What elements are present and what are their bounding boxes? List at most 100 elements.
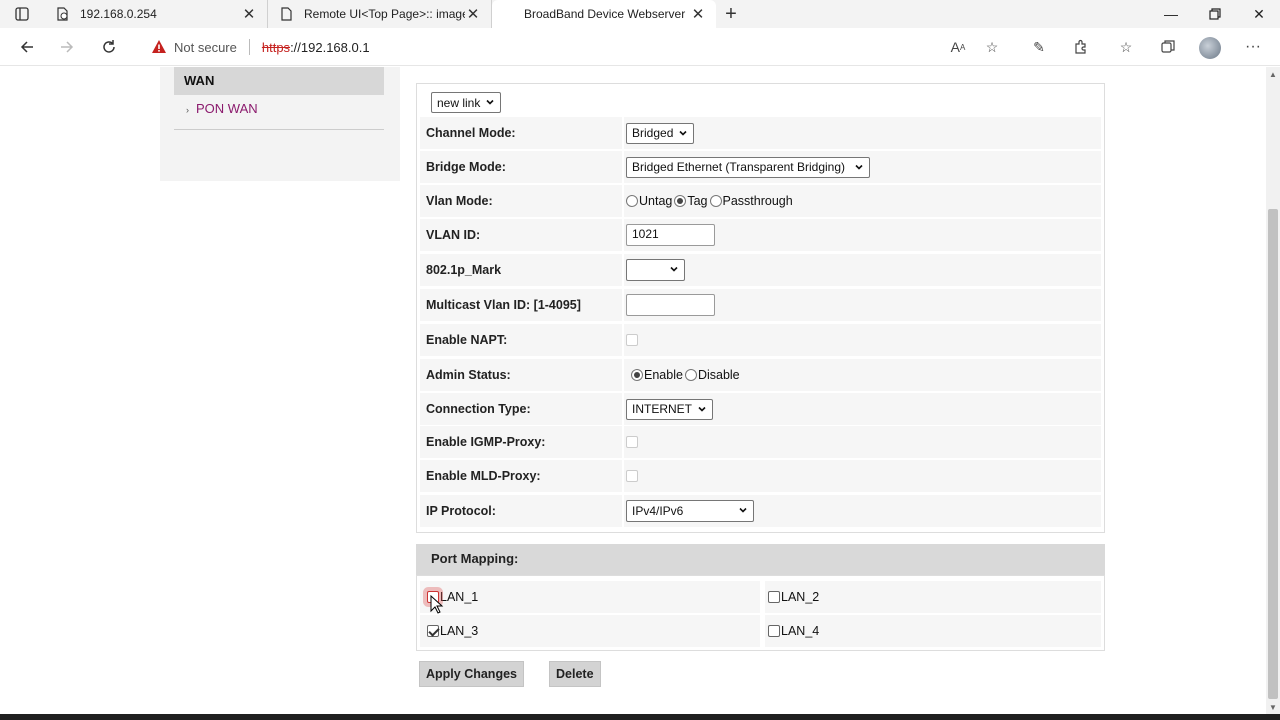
tab-actions-icon bbox=[15, 7, 29, 21]
reload-button[interactable] bbox=[94, 32, 124, 62]
close-window-button[interactable]: ✕ bbox=[1236, 0, 1280, 28]
back-button[interactable] bbox=[12, 32, 42, 62]
radio-button[interactable] bbox=[674, 195, 687, 207]
radio-button[interactable] bbox=[684, 369, 697, 381]
field-label: Enable IGMP-Proxy: bbox=[426, 435, 546, 449]
add-favorite-icon[interactable]: ☆ bbox=[977, 32, 1007, 62]
vlan-mode-untag-option[interactable]: Untag bbox=[626, 194, 672, 208]
row-divider bbox=[622, 460, 624, 492]
tab-close-icon[interactable]: ✕ bbox=[241, 5, 257, 23]
more-menu-icon[interactable]: ··· bbox=[1238, 32, 1268, 62]
bridge-mode-row: Bridge Mode: Bridged Ethernet (Transpare… bbox=[420, 151, 1101, 183]
restore-icon bbox=[1209, 8, 1221, 20]
page-scrollbar[interactable]: ▲ ▼ bbox=[1266, 67, 1280, 714]
tab-close-icon[interactable]: ✕ bbox=[690, 5, 706, 23]
security-label[interactable]: Not secure bbox=[174, 40, 237, 55]
mark-select[interactable] bbox=[626, 259, 685, 281]
chevron-down-icon bbox=[698, 406, 706, 412]
port-lan2[interactable]: LAN_2 bbox=[765, 581, 1101, 613]
select-value: Bridged bbox=[632, 126, 674, 140]
vlan-id-row: VLAN ID: 1021 bbox=[420, 219, 1101, 251]
chevron-down-icon bbox=[679, 130, 687, 136]
tab-strip: 192.168.0.254 ✕ Remote UI<Top Page>:: im… bbox=[0, 0, 1280, 28]
row-divider bbox=[622, 359, 624, 391]
igmp-proxy-row: Enable IGMP-Proxy: bbox=[420, 426, 1101, 458]
vlan-id-input[interactable]: 1021 bbox=[626, 224, 715, 246]
bridge-mode-select[interactable]: Bridged Ethernet (Transparent Bridging) bbox=[626, 156, 870, 178]
row-divider bbox=[622, 151, 624, 183]
browser-tab[interactable]: Remote UI<Top Page>:: imageR ✕ bbox=[268, 0, 492, 28]
row-divider bbox=[622, 117, 624, 149]
channel-mode-select[interactable]: Bridged bbox=[626, 122, 695, 144]
mouse-cursor-icon bbox=[430, 595, 444, 614]
read-aloud-icon[interactable]: AA bbox=[943, 32, 973, 62]
browser-tab-active[interactable]: BroadBand Device Webserver ✕ bbox=[492, 0, 716, 28]
collections-icon[interactable] bbox=[1153, 32, 1183, 62]
apply-changes-button[interactable]: Apply Changes bbox=[419, 661, 524, 687]
vlan-mode-passthrough-option[interactable]: Passthrough bbox=[709, 194, 793, 208]
lan4-checkbox[interactable] bbox=[768, 625, 780, 637]
enable-mld-checkbox[interactable] bbox=[626, 470, 638, 482]
url-scheme: https bbox=[261, 39, 291, 55]
tab-actions-button[interactable] bbox=[0, 0, 44, 28]
favorites-icon[interactable]: ☆ bbox=[1111, 32, 1141, 62]
row-divider bbox=[622, 185, 624, 217]
port-lan4[interactable]: LAN_4 bbox=[765, 615, 1101, 647]
multicast-vlan-input[interactable] bbox=[626, 294, 715, 316]
row-divider bbox=[622, 219, 624, 251]
port-label: LAN_2 bbox=[781, 590, 820, 604]
admin-disable-option[interactable]: Disable bbox=[684, 368, 740, 382]
page-content: WAN › PON WAN new link Channel Mode: Brid… bbox=[0, 67, 1266, 714]
forward-arrow-icon bbox=[61, 41, 74, 53]
lan2-checkbox[interactable] bbox=[768, 591, 780, 603]
tab-title: BroadBand Device Webserver bbox=[524, 7, 686, 21]
port-mapping-heading: Port Mapping: bbox=[416, 544, 1105, 575]
tab-title: Remote UI<Top Page>:: imageR bbox=[304, 7, 465, 21]
delete-button[interactable]: Delete bbox=[549, 661, 601, 687]
row-divider bbox=[622, 393, 624, 425]
scrollbar-thumb[interactable] bbox=[1268, 209, 1278, 699]
napt-row: Enable NAPT: bbox=[420, 324, 1101, 356]
admin-enable-option[interactable]: Enable bbox=[631, 368, 683, 382]
sidebar-item-pon-wan[interactable]: › PON WAN bbox=[186, 101, 258, 116]
extensions-icon[interactable] bbox=[1066, 32, 1096, 62]
browser-tab[interactable]: 192.168.0.254 ✕ bbox=[44, 0, 268, 28]
url-separator bbox=[248, 39, 250, 55]
field-label: Multicast Vlan ID: [1-4095] bbox=[426, 298, 581, 312]
radio-button[interactable] bbox=[631, 369, 643, 381]
profile-avatar[interactable] bbox=[1199, 37, 1221, 59]
forward-button[interactable] bbox=[52, 32, 82, 62]
warning-icon bbox=[150, 38, 168, 56]
select-value: Bridged Ethernet (Transparent Bridging) bbox=[632, 160, 845, 174]
enable-napt-checkbox[interactable] bbox=[626, 334, 638, 346]
new-tab-button[interactable]: + bbox=[716, 0, 746, 28]
sidebar: WAN › PON WAN bbox=[160, 67, 400, 181]
enable-igmp-checkbox[interactable] bbox=[626, 436, 638, 448]
minimize-button[interactable]: — bbox=[1148, 0, 1194, 28]
restore-button[interactable] bbox=[1192, 0, 1238, 28]
port-label: LAN_1 bbox=[440, 590, 479, 604]
port-lan3[interactable]: LAN_3 bbox=[420, 615, 760, 647]
chevron-down-icon bbox=[739, 507, 747, 513]
field-label: Admin Status: bbox=[426, 368, 511, 382]
connection-type-select[interactable]: INTERNET bbox=[626, 398, 713, 420]
tab-close-icon[interactable]: ✕ bbox=[465, 5, 481, 23]
scroll-up-icon[interactable]: ▲ bbox=[1266, 67, 1280, 81]
connection-type-row: Connection Type: INTERNET bbox=[420, 393, 1101, 425]
option-label: Passthrough bbox=[722, 194, 793, 208]
field-label: Channel Mode: bbox=[426, 126, 516, 140]
field-label: VLAN ID: bbox=[426, 228, 481, 242]
row-divider bbox=[622, 495, 624, 527]
extension-icon[interactable]: ✎ bbox=[1024, 32, 1054, 62]
taskbar bbox=[0, 714, 1280, 720]
ip-protocol-select[interactable]: IPv4/IPv6 bbox=[626, 500, 754, 522]
radio-button[interactable] bbox=[626, 195, 638, 207]
vlan-mode-tag-option[interactable]: Tag bbox=[674, 194, 708, 208]
mark-row: 802.1p_Mark bbox=[420, 254, 1101, 286]
address-bar[interactable]: Not secure https://192.168.0.1 bbox=[140, 32, 1020, 62]
radio-button[interactable] bbox=[709, 195, 722, 207]
new-link-select[interactable]: new link bbox=[431, 92, 502, 113]
scroll-down-icon[interactable]: ▼ bbox=[1266, 700, 1280, 714]
lan3-checkbox[interactable] bbox=[427, 625, 439, 637]
port-lan1[interactable]: LAN_1 bbox=[420, 581, 760, 613]
